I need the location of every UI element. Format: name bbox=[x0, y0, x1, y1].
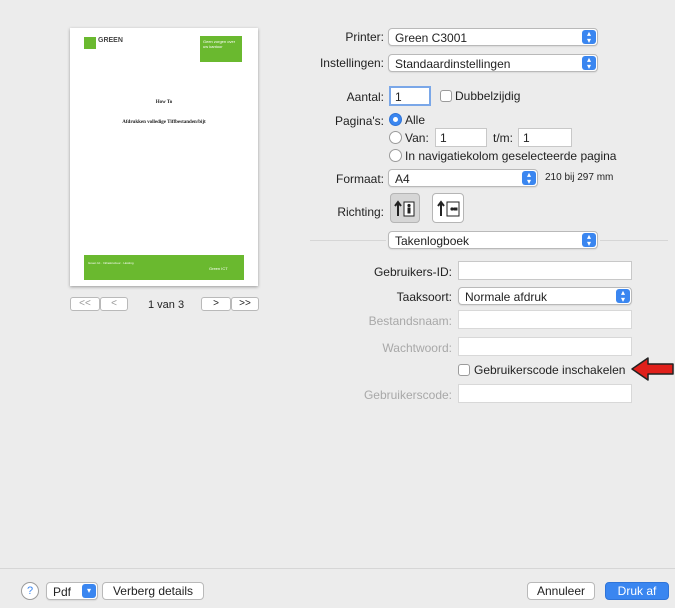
red-arrow-icon bbox=[631, 357, 674, 381]
job-type-value: Normale afdruk bbox=[465, 290, 548, 304]
landscape-orientation-icon bbox=[437, 200, 460, 217]
duplex-checkbox[interactable] bbox=[440, 90, 452, 102]
pages-all-radio[interactable] bbox=[389, 113, 402, 126]
printer-select[interactable]: Green C3001 ▴ ▾ bbox=[388, 28, 598, 46]
preview-page-indicator: 1 van 3 bbox=[148, 299, 185, 311]
job-type-label: Taaksoort: bbox=[396, 290, 452, 304]
paper-size-select[interactable]: A4 ▴ ▾ bbox=[388, 169, 538, 187]
filename-input[interactable] bbox=[458, 310, 632, 329]
preview-footer-right: Green ICT bbox=[209, 266, 228, 271]
preview-nav-prev-button[interactable]: < bbox=[100, 297, 128, 311]
pages-from-input[interactable]: 1 bbox=[435, 128, 487, 147]
copies-input[interactable]: 1 bbox=[389, 86, 431, 106]
presets-select[interactable]: Standaardinstellingen ▴ ▾ bbox=[388, 54, 598, 72]
password-input[interactable] bbox=[458, 337, 632, 356]
password-label: Wachtwoord: bbox=[382, 341, 452, 355]
pages-all-label: Alle bbox=[405, 113, 426, 127]
orientation-portrait-button[interactable] bbox=[390, 193, 420, 223]
pages-selected-radio[interactable] bbox=[389, 149, 402, 162]
chevron-updown-icon: ▴ ▾ bbox=[582, 30, 596, 45]
user-id-input[interactable] bbox=[458, 261, 632, 280]
usercode-label: Gebruikerscode: bbox=[363, 388, 452, 402]
printer-label: Printer: bbox=[345, 30, 384, 44]
chevron-updown-icon: ▴ ▾ bbox=[582, 56, 596, 71]
filename-label: Bestandsnaam: bbox=[368, 314, 452, 328]
duplex-label: Dubbelzijdig bbox=[455, 89, 521, 103]
pdf-menu-button[interactable]: Pdf ▾ bbox=[46, 582, 98, 600]
user-id-label: Gebruikers-ID: bbox=[373, 265, 452, 279]
section-separator-left bbox=[310, 240, 386, 241]
print-button[interactable]: Druk af bbox=[605, 582, 669, 600]
usercode-enable-label: Gebruikerscode inschakelen bbox=[474, 363, 626, 377]
pages-to-input[interactable]: 1 bbox=[518, 128, 572, 147]
orientation-label: Richting: bbox=[337, 205, 384, 219]
cancel-button[interactable]: Annuleer bbox=[527, 582, 595, 600]
preview-header-box-text: Geen zorgen over uw kantoor bbox=[203, 39, 236, 49]
preview-doc-subtitle: Afdrukken volledige Tiffbestanden/bijt bbox=[122, 120, 206, 125]
preview-doc-title: How To bbox=[155, 100, 173, 105]
usercode-enable-checkbox[interactable] bbox=[458, 364, 470, 376]
pages-to-label: t/m: bbox=[493, 131, 513, 145]
chevron-updown-icon: ▴ ▾ bbox=[522, 171, 536, 186]
pdf-label: Pdf bbox=[53, 585, 72, 599]
preview-footer-band: Green Ict · Infrastructuur · Hosting Gre… bbox=[84, 255, 244, 280]
pages-label: Pagina's: bbox=[335, 114, 384, 128]
section-select[interactable]: Takenlogboek ▴ ▾ bbox=[388, 231, 598, 249]
section-separator-right bbox=[600, 240, 668, 241]
chevron-updown-icon: ▴ ▾ bbox=[616, 289, 630, 304]
pages-from-label: Van: bbox=[405, 131, 429, 145]
chevron-updown-icon: ▴ ▾ bbox=[582, 233, 596, 248]
job-type-select[interactable]: Normale afdruk ▴ ▾ bbox=[458, 287, 632, 305]
printer-select-value: Green C3001 bbox=[395, 31, 468, 45]
orientation-landscape-button[interactable] bbox=[432, 193, 464, 223]
chevron-down-icon: ▾ bbox=[82, 584, 96, 598]
section-select-value: Takenlogboek bbox=[395, 234, 470, 248]
pages-range-radio[interactable] bbox=[389, 131, 402, 144]
preview-nav-last-button[interactable]: >> bbox=[231, 297, 259, 311]
preview-header-box: Geen zorgen over uw kantoor bbox=[200, 36, 242, 62]
presets-label: Instellingen: bbox=[319, 56, 384, 70]
preview-logo bbox=[84, 37, 96, 49]
pages-selected-label: In navigatiekolom geselecteerde pagina bbox=[405, 149, 617, 163]
paper-dimensions: 210 bij 297 mm bbox=[545, 172, 614, 183]
paper-size-label: Formaat: bbox=[335, 172, 384, 186]
help-icon: ? bbox=[26, 585, 34, 597]
preview-nav-first-button[interactable]: << bbox=[70, 297, 100, 311]
help-button[interactable]: ? bbox=[21, 582, 39, 600]
paper-size-value: A4 bbox=[395, 172, 410, 186]
hide-details-button[interactable]: Verberg details bbox=[102, 582, 204, 600]
preview-brand-text: GREEN bbox=[98, 37, 123, 44]
preview-nav-next-button[interactable]: > bbox=[201, 297, 231, 311]
presets-select-value: Standaardinstellingen bbox=[395, 57, 511, 71]
footer-separator bbox=[0, 568, 675, 569]
portrait-orientation-icon bbox=[394, 200, 415, 217]
copies-label: Aantal: bbox=[346, 90, 384, 104]
preview-footer-left: Green Ict · Infrastructuur · Hosting bbox=[88, 261, 134, 265]
usercode-input[interactable] bbox=[458, 384, 632, 403]
print-preview: GREEN Geen zorgen over uw kantoor How To… bbox=[70, 28, 258, 286]
